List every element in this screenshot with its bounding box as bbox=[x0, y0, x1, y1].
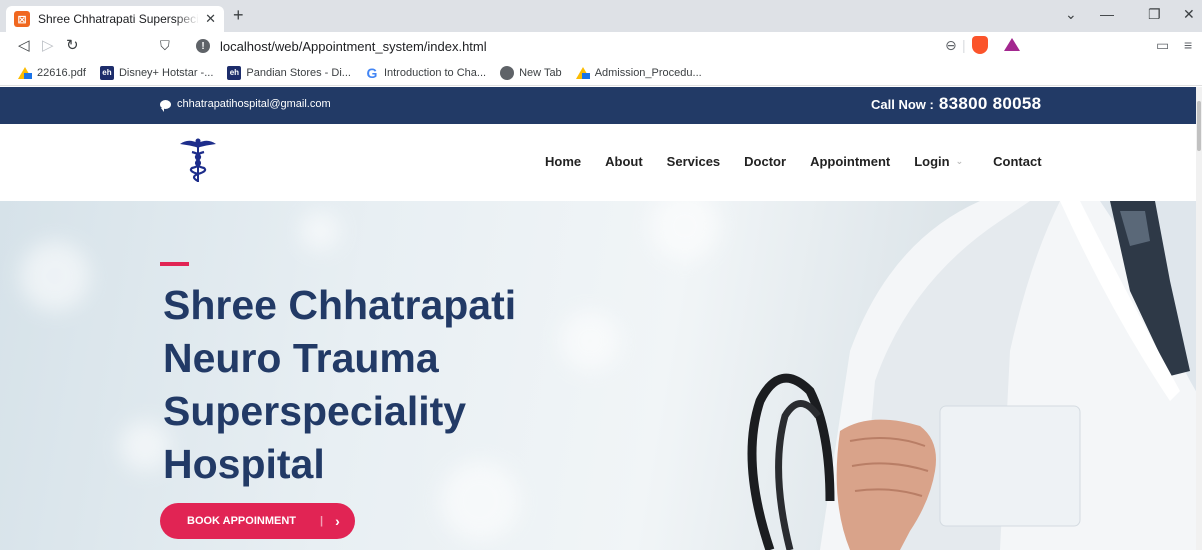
call-now-label: Call Now : bbox=[871, 97, 934, 112]
bookmark-label: New Tab bbox=[519, 66, 562, 79]
caduceus-logo-icon[interactable] bbox=[178, 136, 218, 184]
nav-login-label: Login bbox=[914, 154, 950, 169]
bookmark-icon[interactable]: ⛉ bbox=[160, 38, 170, 54]
sidebar-icon[interactable]: ▭ bbox=[1156, 37, 1169, 54]
site-navbar: Home About Services Doctor Appointment L… bbox=[0, 124, 1202, 201]
tab-title: Shree Chhatrapati Superspeciality bbox=[38, 12, 199, 26]
chat-icon bbox=[160, 99, 171, 112]
google-drive-icon bbox=[18, 66, 32, 79]
bookmark-label: Introduction to Cha... bbox=[383, 66, 487, 79]
nav-contact[interactable]: Contact bbox=[993, 154, 1041, 169]
chrome-icon bbox=[500, 65, 515, 80]
browser-toolbar: ◁ ▷ ↻ ⛉ ! localhost/web/Appointment_syst… bbox=[0, 32, 1202, 60]
browser-tab-bar: ⊠ Shree Chhatrapati Superspeciality ✕ + … bbox=[0, 0, 1202, 32]
hero-title-line: Shree Chhatrapati bbox=[163, 282, 517, 328]
bookmark-item[interactable]: 22616.pdf bbox=[18, 66, 86, 79]
hero-banner: Shree Chhatrapati Neuro Trauma Superspec… bbox=[0, 201, 1202, 550]
restore-icon[interactable]: ❐ bbox=[1148, 6, 1161, 23]
brave-shields-icon[interactable] bbox=[972, 36, 988, 54]
hero-title: Shree Chhatrapati Neuro Trauma Superspec… bbox=[163, 279, 663, 491]
address-bar[interactable]: ! localhost/web/Appointment_system/index… bbox=[196, 35, 1026, 57]
hero-title-line: Neuro Trauma bbox=[163, 335, 439, 381]
zoom-icon[interactable]: ⊖ bbox=[945, 37, 957, 54]
doctor-image bbox=[747, 201, 1202, 550]
bookmark-item[interactable]: eh Disney+ Hotstar -... bbox=[99, 65, 214, 80]
page-scrollbar[interactable] bbox=[1196, 87, 1202, 550]
bookmark-item[interactable]: eh Pandian Stores - Di... bbox=[227, 65, 351, 80]
eh-icon: eh bbox=[99, 65, 114, 80]
hero-title-line: Superspeciality bbox=[163, 388, 467, 434]
bookmark-label: Admission_Procedu... bbox=[594, 66, 702, 79]
minimize-icon[interactable]: — bbox=[1100, 6, 1114, 22]
divider: | bbox=[962, 37, 966, 53]
bookmark-label: Disney+ Hotstar -... bbox=[118, 66, 214, 79]
google-drive-icon bbox=[575, 66, 590, 79]
chevron-right-icon: › bbox=[335, 513, 340, 529]
chevron-down-icon: ⌄ bbox=[955, 156, 964, 166]
nav-services[interactable]: Services bbox=[667, 154, 721, 169]
email-text: chhatrapatihospital@gmail.com bbox=[177, 98, 331, 110]
bookmark-item[interactable]: G Introduction to Cha... bbox=[365, 64, 487, 81]
close-tab-icon[interactable]: ✕ bbox=[205, 11, 216, 27]
bokeh-light bbox=[20, 241, 90, 311]
nav-doctor[interactable]: Doctor bbox=[744, 154, 786, 169]
contact-topbar: chhatrapatihospital@gmail.com Call Now :… bbox=[0, 87, 1202, 124]
button-divider: | bbox=[320, 515, 324, 527]
bookmark-label: Pandian Stores - Di... bbox=[246, 66, 351, 79]
book-appointment-button[interactable]: BOOK APPOINMENT | › bbox=[160, 503, 355, 539]
email-contact[interactable]: chhatrapatihospital@gmail.com bbox=[160, 98, 331, 112]
web-page: chhatrapatihospital@gmail.com Call Now :… bbox=[0, 87, 1202, 550]
url-text[interactable]: localhost/web/Appointment_system/index.h… bbox=[220, 39, 487, 54]
nav-about[interactable]: About bbox=[605, 154, 643, 169]
call-now[interactable]: Call Now : 83800 80058 bbox=[871, 94, 1041, 114]
nav-home[interactable]: Home bbox=[545, 154, 581, 169]
eh-icon: eh bbox=[227, 65, 242, 80]
bookmark-item[interactable]: Admission_Procedu... bbox=[575, 66, 702, 79]
forward-icon[interactable]: ▷ bbox=[42, 36, 54, 54]
bookmark-item[interactable]: New Tab bbox=[500, 65, 562, 80]
xampp-icon: ⊠ bbox=[14, 11, 30, 27]
scrollbar-thumb[interactable] bbox=[1197, 101, 1201, 151]
new-tab-icon[interactable]: + bbox=[233, 5, 244, 26]
hero-accent-line bbox=[160, 262, 189, 266]
google-icon: G bbox=[366, 64, 378, 81]
hero-title-line: Hospital bbox=[163, 441, 325, 487]
close-window-icon[interactable]: ✕ bbox=[1183, 6, 1195, 23]
reload-icon[interactable]: ↻ bbox=[66, 36, 79, 54]
nav-login-dropdown[interactable]: Login ⌄ bbox=[914, 154, 963, 169]
brave-rewards-icon[interactable] bbox=[1004, 38, 1020, 51]
book-appointment-label: BOOK APPOINMENT bbox=[187, 515, 296, 527]
main-menu: Home About Services Doctor Appointment L… bbox=[545, 154, 1066, 169]
back-icon[interactable]: ◁ bbox=[18, 36, 30, 54]
bokeh-light bbox=[300, 211, 340, 251]
site-info-icon[interactable]: ! bbox=[196, 39, 210, 53]
bookmarks-bar: 22616.pdf eh Disney+ Hotstar -... eh Pan… bbox=[0, 60, 1202, 86]
tab-search-icon[interactable]: ⌄ bbox=[1065, 6, 1077, 23]
menu-icon[interactable]: ≡ bbox=[1184, 37, 1192, 53]
nav-appointment[interactable]: Appointment bbox=[810, 154, 890, 169]
call-now-number: 83800 80058 bbox=[938, 94, 1042, 113]
browser-tab[interactable]: ⊠ Shree Chhatrapati Superspeciality ✕ bbox=[6, 6, 224, 32]
bookmark-label: 22616.pdf bbox=[37, 66, 86, 79]
